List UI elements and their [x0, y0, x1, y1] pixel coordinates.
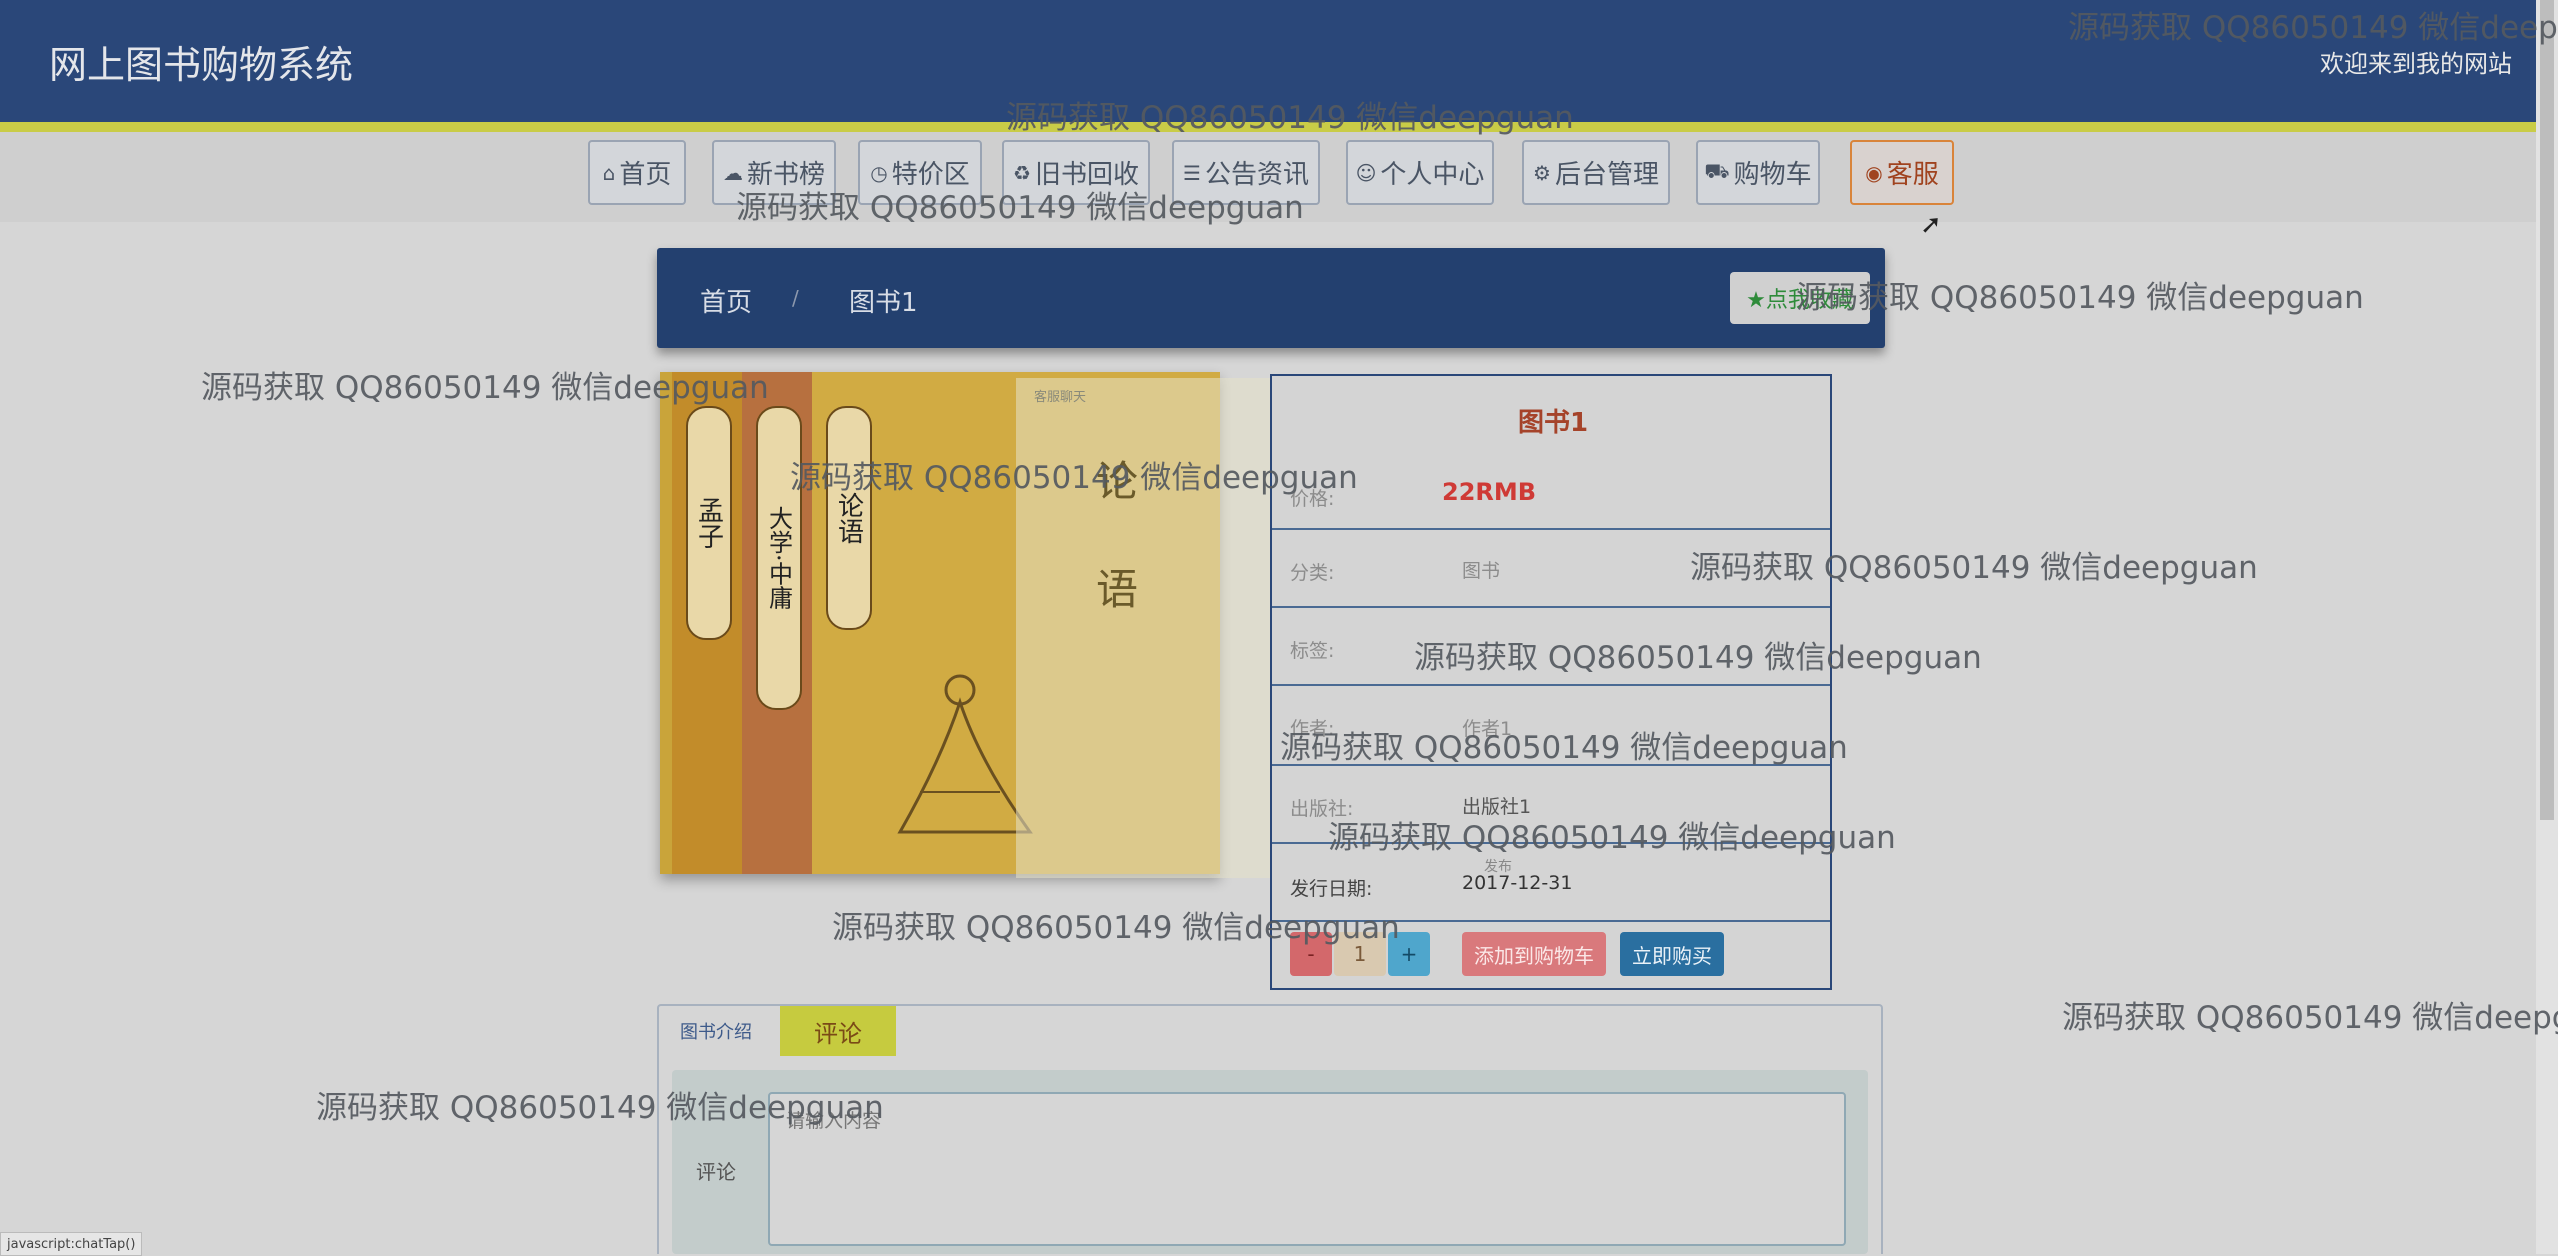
nav-profile-label: 个人中心 — [1380, 160, 1485, 190]
breadcrumb — [657, 248, 1885, 348]
breadcrumb-current: 图书1 — [849, 288, 918, 318]
site-title: 网上图书购物系统 — [49, 43, 354, 87]
cover-title-mengzi: 孟子 — [686, 406, 732, 640]
tab-comments[interactable]: 评论 — [780, 1006, 896, 1056]
watermark: 源码获取 QQ86050149 微信deepguan — [2068, 10, 2558, 46]
nav-home-label: 首页 — [619, 160, 672, 190]
book-date: 2017-12-31 — [1462, 872, 1573, 894]
cover-title-lunyu: 论语 — [826, 406, 872, 630]
status-bar: javascript:chatTap() — [0, 1232, 143, 1256]
breadcrumb-separator: / — [792, 286, 799, 310]
divider — [1272, 606, 1830, 608]
scrollbar-thumb[interactable] — [2540, 0, 2554, 820]
book-name: 图书1 — [1518, 408, 1589, 438]
welcome-text: 欢迎来到我的网站 — [2320, 50, 2512, 78]
divider — [1272, 684, 1830, 686]
nav-cart[interactable]: ⛟ 购物车 — [1696, 140, 1820, 205]
divider — [1272, 528, 1830, 530]
date-label: 发行日期: — [1290, 878, 1373, 900]
news-icon: ☰ — [1183, 160, 1201, 185]
mouse-cursor-icon: ➚ — [1920, 210, 1942, 240]
watermark: 源码获取 QQ86050149 微信deepguan — [736, 190, 1304, 226]
watermark: 源码获取 QQ86050149 微信deepguan — [201, 370, 769, 406]
category-label: 分类: — [1290, 562, 1335, 584]
nav-customer-service-label: 客服 — [1886, 160, 1939, 190]
book-price: 22RMB — [1442, 478, 1537, 506]
chat-window-title: 客服聊天 — [1034, 390, 1087, 405]
clock-icon: ◷ — [870, 160, 888, 185]
comment-textarea[interactable] — [768, 1092, 1846, 1246]
add-to-cart-button[interactable]: 添加到购物车 — [1462, 932, 1606, 976]
book-category: 图书 — [1462, 560, 1501, 582]
watermark: 源码获取 QQ86050149 微信deepguan — [1280, 730, 1848, 766]
user-icon: ☺ — [1355, 160, 1377, 185]
nav-profile[interactable]: ☺ 个人中心 — [1346, 140, 1494, 205]
link-icon: ⚙ — [1533, 160, 1551, 185]
watermark: 源码获取 QQ86050149 微信deepguan — [316, 1090, 884, 1126]
tag-label: 标签: — [1290, 640, 1335, 662]
watermark: 源码获取 QQ86050149 微信deepguan — [1006, 100, 1574, 136]
watermark: 源码获取 QQ86050149 微信deepguan — [832, 910, 1400, 946]
nav-customer-service[interactable]: ◉ 客服 — [1850, 140, 1954, 205]
watermark: 源码获取 QQ86050149 微信deepguan — [1796, 280, 2364, 316]
watermark: 源码获取 QQ86050149 微信deepguan — [2062, 1000, 2558, 1036]
cart-icon: ⛟ — [1704, 159, 1730, 183]
buy-now-button[interactable]: 立即购买 — [1620, 932, 1724, 976]
recycle-icon: ♻ — [1013, 160, 1031, 185]
comment-label: 评论 — [696, 1160, 736, 1184]
nav-admin-label: 后台管理 — [1554, 160, 1659, 190]
chat-icon: ☁ — [722, 160, 743, 185]
watermark: 源码获取 QQ86050149 微信deepguan — [1328, 820, 1896, 856]
nav-admin[interactable]: ⚙ 后台管理 — [1522, 140, 1670, 205]
home-icon: ⌂ — [602, 160, 616, 185]
watermark: 源码获取 QQ86050149 微信deepguan — [1414, 640, 1982, 676]
nav-home[interactable]: ⌂ 首页 — [588, 140, 686, 205]
chat-overlay-char-2: 语 — [1096, 565, 1139, 614]
watermark: 源码获取 QQ86050149 微信deepguan — [790, 460, 1358, 496]
service-icon: ◉ — [1865, 160, 1883, 185]
breadcrumb-home-link[interactable]: 首页 — [700, 282, 752, 319]
nav-cart-label: 购物车 — [1733, 160, 1812, 190]
tab-book-intro[interactable]: 图书介绍 — [680, 1018, 752, 1044]
watermark: 源码获取 QQ86050149 微信deepguan — [1690, 550, 2258, 586]
